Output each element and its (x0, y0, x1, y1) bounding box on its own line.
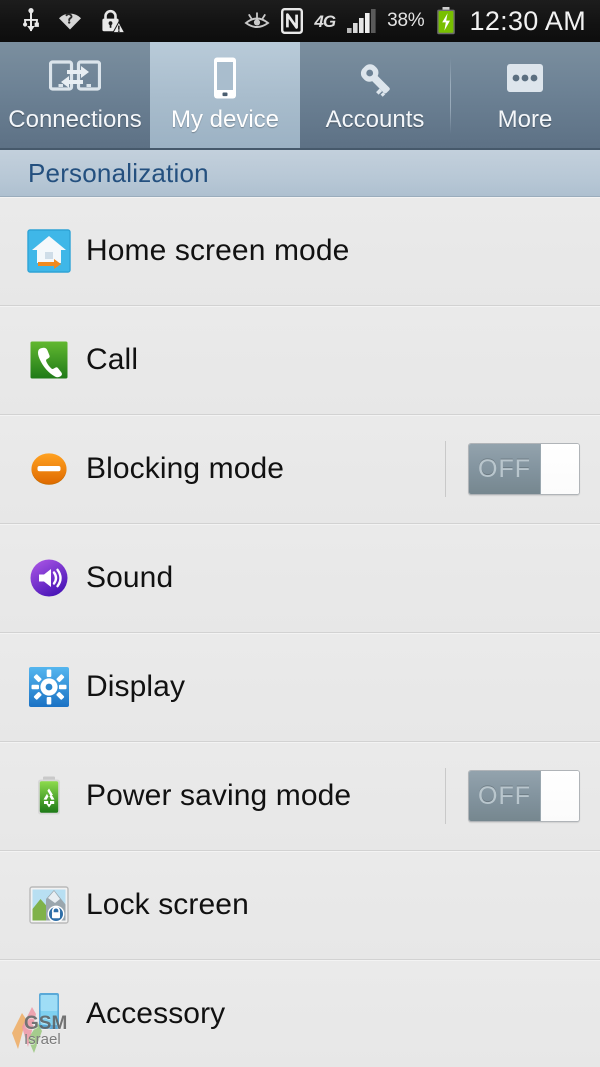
sound-icon (26, 555, 72, 601)
power-saving-icon (26, 773, 72, 819)
list-item-display[interactable]: Display (0, 633, 600, 742)
battery-percent-label: 38% (387, 10, 425, 31)
toggle-divider (445, 768, 446, 824)
list-item-trailing: OFF (445, 768, 600, 824)
tab-connections-label: Connections (8, 106, 142, 133)
status-bar-right-icons: 4G 38% 12:30 AM (244, 7, 600, 35)
list-item-label: Lock screen (86, 888, 249, 921)
battery-charging-icon (436, 7, 456, 35)
list-item-label: Call (86, 343, 139, 376)
toggle-knob[interactable] (541, 771, 579, 821)
settings-list: Home screen mode Call Blocking mode OFF … (0, 197, 600, 1067)
section-header-personalization: Personalization (0, 150, 600, 197)
wifi-question-icon (57, 10, 83, 32)
list-item-call[interactable]: Call (0, 306, 600, 415)
blocking-mode-toggle[interactable]: OFF (468, 443, 580, 495)
call-icon (26, 337, 72, 383)
blocking-mode-icon (26, 446, 72, 492)
connections-icon (49, 55, 101, 103)
toggle-track: OFF (469, 444, 541, 494)
list-item-label: Sound (86, 561, 174, 594)
tab-more[interactable]: More (450, 42, 600, 148)
list-item-label: Display (86, 670, 186, 703)
list-item-label: Accessory (86, 997, 226, 1030)
toggle-knob[interactable] (541, 444, 579, 494)
list-item-power-saving-mode[interactable]: Power saving mode OFF (0, 742, 600, 851)
status-bar: 4G 38% 12:30 AM (0, 0, 600, 42)
network-type-label: 4G (314, 11, 336, 31)
tab-accounts-label: Accounts (325, 106, 425, 133)
toggle-track: OFF (469, 771, 541, 821)
list-item-label: Home screen mode (86, 234, 350, 267)
more-dots-icon (503, 55, 547, 103)
list-item-label: Power saving mode (86, 779, 352, 812)
list-item-blocking-mode[interactable]: Blocking mode OFF (0, 415, 600, 524)
list-item-trailing: OFF (445, 441, 600, 497)
key-icon (351, 55, 399, 103)
smart-stay-eye-icon (244, 11, 270, 31)
settings-tab-bar: Connections My device Accounts More (0, 42, 600, 150)
list-item-lock-screen[interactable]: Lock screen (0, 851, 600, 960)
signal-bars-icon (346, 9, 376, 33)
tab-my-device-label: My device (170, 106, 280, 133)
toggle-state-label: OFF (478, 781, 531, 810)
section-title: Personalization (28, 157, 209, 188)
phone-screen: 4G 38% 12:30 AM Connections My device Ac… (0, 0, 600, 1067)
tab-connections[interactable]: Connections (0, 42, 150, 148)
tab-my-device[interactable]: My device (150, 42, 300, 148)
accessory-icon (26, 991, 72, 1037)
toggle-divider (445, 441, 446, 497)
lock-warning-icon (100, 8, 125, 34)
list-item-label: Blocking mode (86, 452, 285, 485)
home-screen-mode-icon (26, 228, 72, 274)
list-item-accessory[interactable]: Accessory (0, 960, 600, 1067)
clock-label: 12:30 AM (469, 5, 586, 36)
tab-accounts[interactable]: Accounts (300, 42, 450, 148)
lock-screen-icon (26, 882, 72, 928)
toggle-state-label: OFF (478, 454, 531, 483)
tab-more-label: More (497, 106, 553, 133)
usb-icon (22, 8, 40, 34)
list-item-sound[interactable]: Sound (0, 524, 600, 633)
nfc-icon (281, 8, 304, 34)
power-saving-mode-toggle[interactable]: OFF (468, 770, 580, 822)
display-icon (26, 664, 72, 710)
device-icon (209, 55, 241, 103)
list-item-home-screen-mode[interactable]: Home screen mode (0, 197, 600, 306)
status-bar-left-icons (0, 8, 125, 34)
